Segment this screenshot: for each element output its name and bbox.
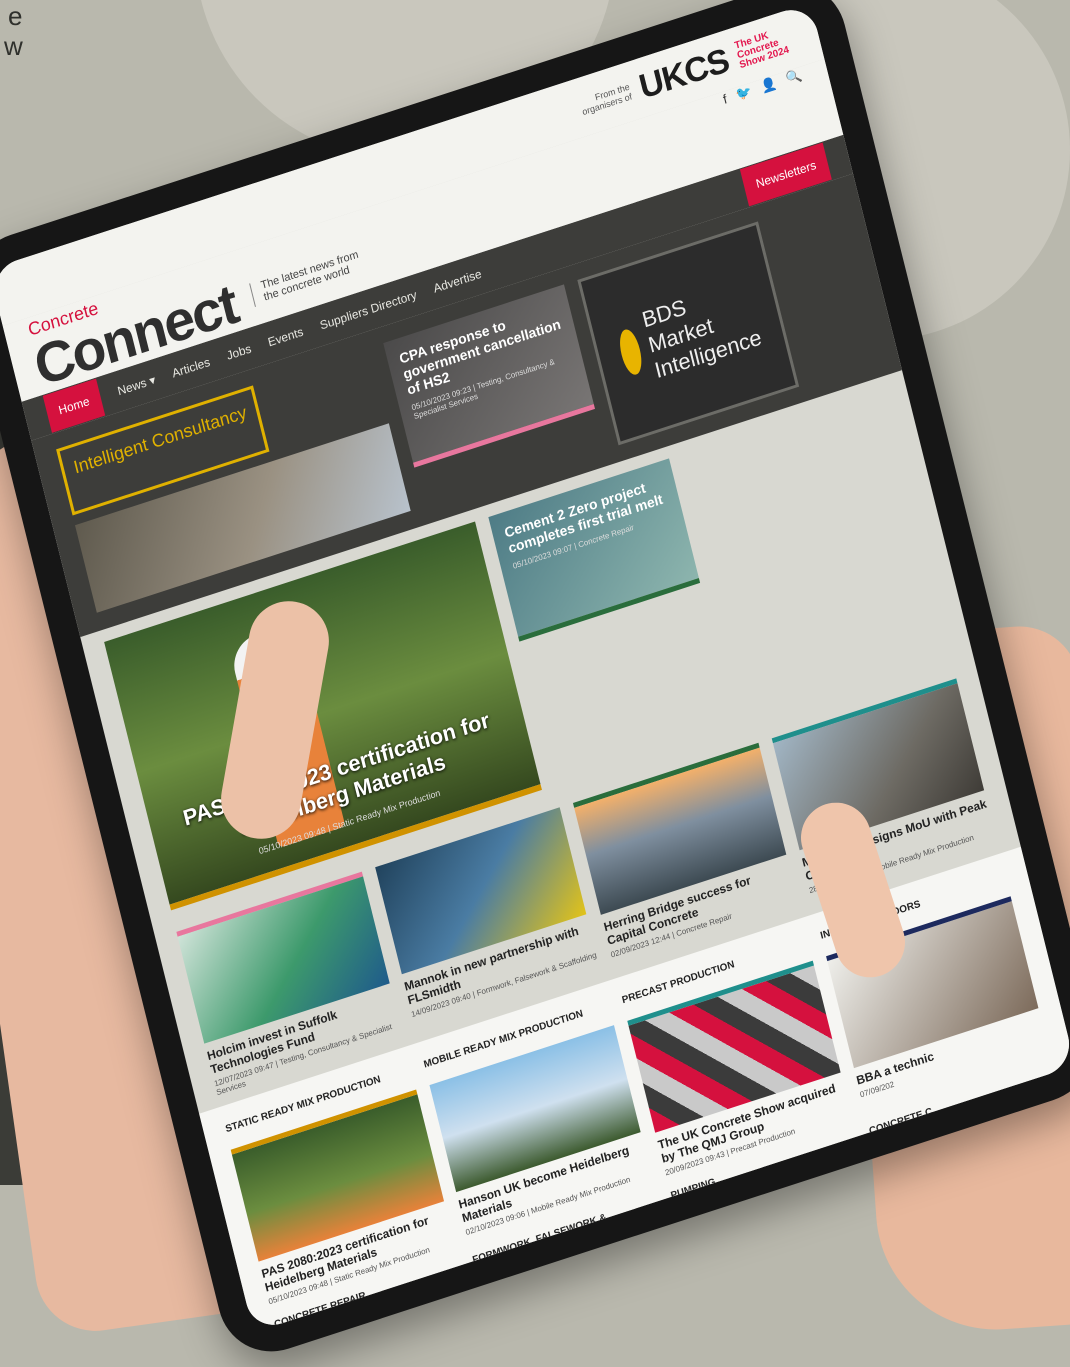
facebook-icon[interactable]: f bbox=[721, 91, 728, 108]
search-icon[interactable]: 🔍 bbox=[784, 67, 803, 88]
nav-news[interactable]: News ▾ bbox=[116, 373, 157, 399]
twitter-icon[interactable]: 🐦 bbox=[734, 83, 753, 104]
nav-jobs[interactable]: Jobs bbox=[225, 341, 253, 362]
nav-articles[interactable]: Articles bbox=[171, 355, 212, 381]
from-organisers-text: From the organisers of bbox=[581, 81, 634, 118]
category-block: MOBILE READY MIX PRODUCTION Hanson UK be… bbox=[423, 1000, 653, 1242]
ukcs-tagline: The UK Concrete Show 2024 bbox=[733, 30, 791, 72]
chevron-down-icon: ▾ bbox=[147, 372, 157, 388]
category-block: PRECAST PRODUCTION The UK Concrete Show … bbox=[621, 935, 851, 1177]
category-block: STATIC READY MIX PRODUCTION PAS 2080:202… bbox=[224, 1064, 454, 1306]
bds-banner[interactable]: BDS Market Intelligence bbox=[577, 221, 800, 446]
tree-icon bbox=[616, 326, 646, 378]
user-icon[interactable]: 👤 bbox=[759, 75, 778, 96]
bds-label: BDS Market Intelligence bbox=[639, 294, 765, 384]
nav-advertise[interactable]: Advertise bbox=[432, 267, 483, 296]
nav-events[interactable]: Events bbox=[266, 324, 304, 349]
